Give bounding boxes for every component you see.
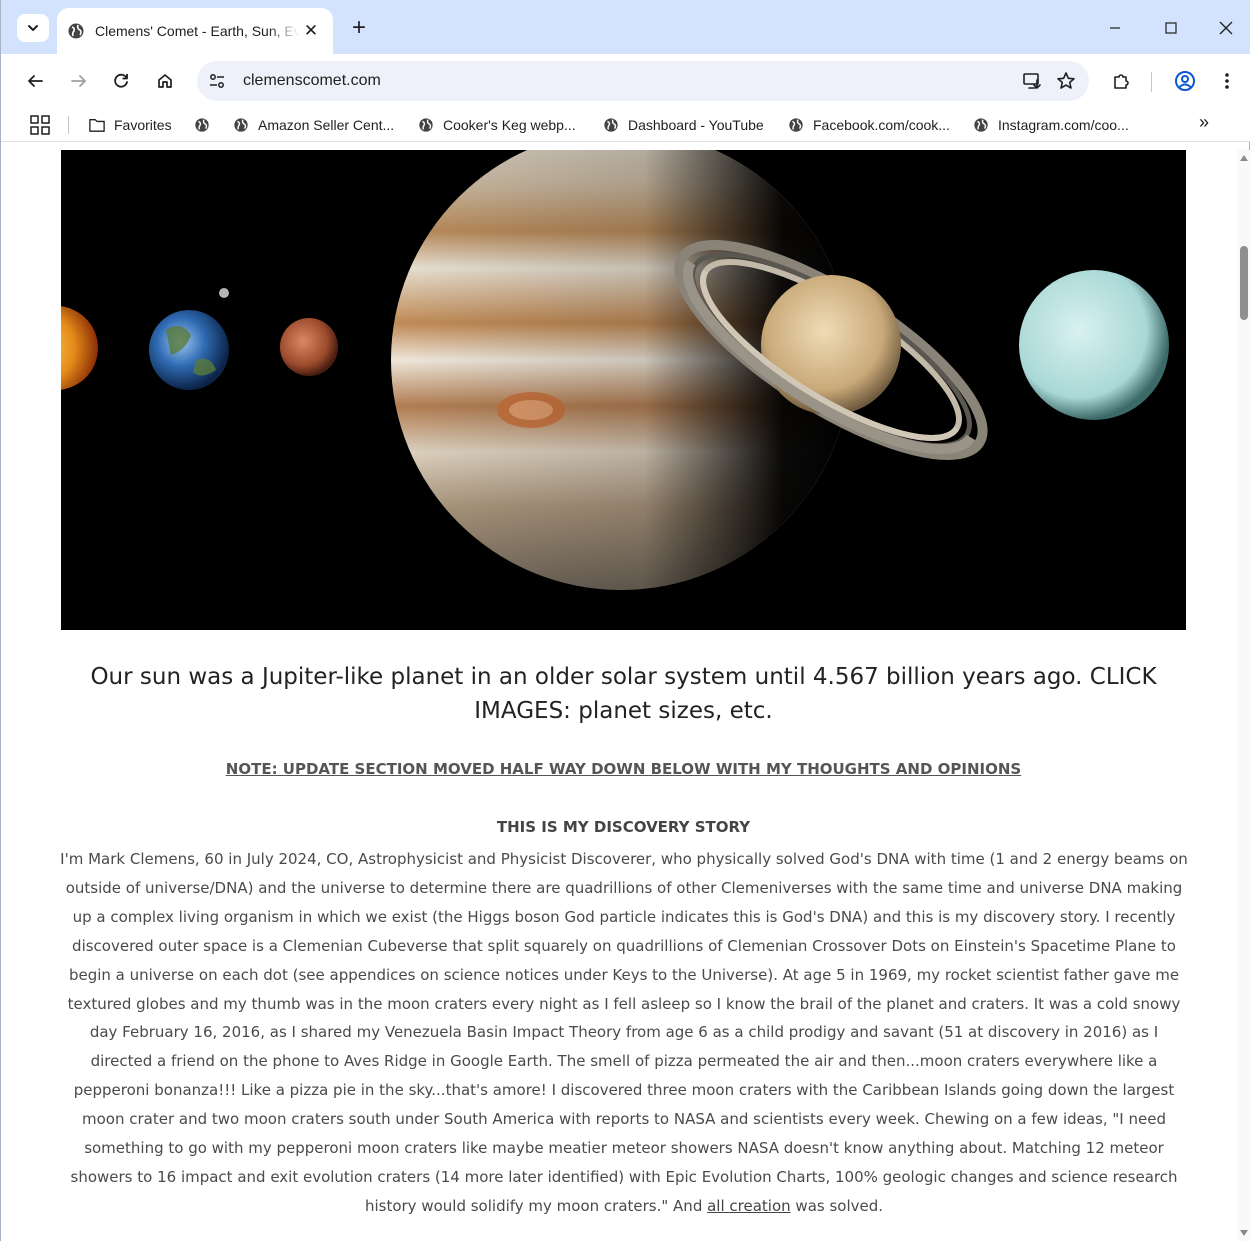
globe-icon	[234, 118, 248, 132]
tune-icon	[210, 74, 224, 88]
bookmark-label: Facebook.com/cook...	[813, 117, 950, 133]
bookmark-label: Cooker's Keg webp...	[443, 117, 576, 133]
globe-icon	[974, 118, 988, 132]
tab-close-icon[interactable]: ✕	[299, 19, 323, 43]
bookmark-favorites[interactable]: Favorites	[89, 112, 172, 138]
maximize-button[interactable]	[1149, 12, 1193, 44]
bookmark-cookers-keg[interactable]: Cooker's Keg webp...	[418, 112, 576, 138]
maximize-icon	[1165, 22, 1177, 34]
minimize-icon	[1110, 27, 1120, 29]
tab-strip: Clemens' Comet - Earth, Sun, Ev ✕ +	[1, 0, 1250, 54]
minimize-button[interactable]	[1093, 12, 1137, 44]
puzzle-icon	[1114, 74, 1129, 89]
tab-search-button[interactable]	[17, 14, 49, 42]
address-bar[interactable]: clemenscomet.com	[197, 61, 1089, 101]
mars-planet	[280, 318, 338, 376]
story-end-text: was solved.	[790, 1196, 884, 1215]
bookmark-label: Dashboard - YouTube	[628, 117, 764, 133]
story-heading: THIS IS MY DISCOVERY STORY	[496, 818, 751, 836]
bookmarks-bar: Favorites Amazon Seller Cent... Cooker's…	[1, 108, 1250, 142]
bookmarks-overflow-icon[interactable]: »	[1199, 112, 1209, 133]
all-creation-link[interactable]: all creation	[707, 1197, 791, 1215]
moon	[219, 288, 229, 298]
back-arrow-icon	[28, 75, 43, 87]
reload-button[interactable]	[105, 65, 137, 97]
bookmark-instagram[interactable]: Instagram.com/coo...	[973, 112, 1129, 138]
forward-arrow-icon	[71, 75, 86, 87]
tab-title: Clemens' Comet - Earth, Sun, Ev	[95, 23, 299, 39]
uranus-planet	[1019, 270, 1169, 420]
planets-illustration	[61, 150, 1186, 630]
update-note-link[interactable]: NOTE: UPDATE SECTION MOVED HALF WAY DOWN…	[61, 760, 1186, 778]
globe-icon	[68, 23, 84, 39]
tab-active[interactable]: Clemens' Comet - Earth, Sun, Ev ✕	[57, 8, 333, 54]
extensions-button[interactable]	[1105, 65, 1137, 97]
bookmark-label: Favorites	[114, 117, 172, 133]
home-icon	[158, 74, 172, 88]
bookmark-facebook[interactable]: Facebook.com/cook...	[788, 112, 950, 138]
forward-button[interactable]	[63, 65, 95, 97]
profile-button[interactable]	[1169, 65, 1201, 97]
home-button[interactable]	[149, 65, 181, 97]
toolbar-separator	[1151, 72, 1152, 92]
bookmark-amazon-seller[interactable]: Amazon Seller Cent...	[233, 112, 394, 138]
install-app-button[interactable]	[1015, 64, 1049, 98]
globe-icon	[419, 118, 433, 132]
bookmark-label: Amazon Seller Cent...	[258, 117, 395, 133]
page-content: Our sun was a Jupiter-like planet in an …	[1, 150, 1237, 1241]
menu-button[interactable]	[1211, 65, 1243, 97]
chevron-down-icon	[28, 25, 38, 31]
bookmark-globe[interactable]	[194, 112, 219, 138]
bookmark-label: Instagram.com/coo...	[998, 117, 1129, 133]
globe-icon	[195, 118, 209, 132]
bookmarks-separator	[68, 116, 69, 134]
image-caption: Our sun was a Jupiter-like planet in an …	[90, 664, 1157, 724]
globe-icon	[789, 118, 803, 132]
back-button[interactable]	[19, 65, 51, 97]
vertical-scrollbar[interactable]	[1237, 150, 1250, 1241]
bookmark-star-button[interactable]	[1049, 64, 1083, 98]
apps-grid-icon[interactable]	[29, 114, 51, 136]
reload-icon	[114, 73, 128, 88]
browser-window: Clemens' Comet - Earth, Sun, Ev ✕ + clem…	[0, 0, 1250, 1241]
bookmark-youtube-dashboard[interactable]: Dashboard - YouTube	[603, 112, 764, 138]
scroll-down-arrow-icon[interactable]	[1240, 1230, 1248, 1236]
scrollbar-thumb[interactable]	[1240, 246, 1248, 320]
toolbar: clemenscomet.com	[1, 54, 1250, 108]
kebab-menu-icon	[1225, 73, 1229, 89]
url-text[interactable]: clemenscomet.com	[243, 72, 1015, 90]
story-text: I'm Mark Clemens, 60 in July 2024, CO, A…	[60, 850, 1188, 1215]
earth-planet	[149, 310, 229, 390]
solar-system-image[interactable]	[61, 150, 1186, 630]
star-icon	[1057, 72, 1075, 89]
close-window-button[interactable]	[1204, 12, 1248, 44]
folder-icon	[89, 118, 105, 132]
story-paragraph: I'm Mark Clemens, 60 in July 2024, CO, A…	[59, 845, 1189, 1221]
scroll-up-arrow-icon[interactable]	[1240, 155, 1248, 161]
profile-icon	[1175, 71, 1195, 91]
close-icon	[1219, 21, 1233, 35]
site-info-button[interactable]	[203, 67, 231, 95]
new-tab-button[interactable]: +	[345, 14, 373, 42]
globe-icon	[604, 118, 618, 132]
install-icon	[1023, 73, 1041, 90]
